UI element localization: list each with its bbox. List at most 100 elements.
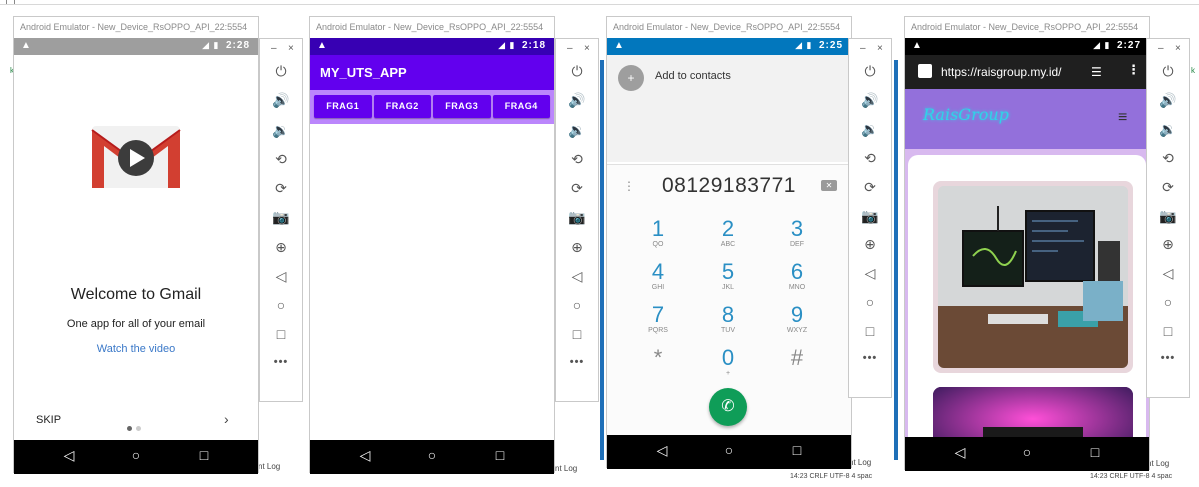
more-icon[interactable]: ••• bbox=[556, 356, 598, 368]
rotate-right-icon[interactable]: ⟳ bbox=[849, 179, 891, 196]
dialpad-key[interactable]: 2 ABC bbox=[698, 218, 758, 249]
add-to-contacts[interactable]: Add to contacts bbox=[655, 70, 731, 82]
zoom-icon[interactable]: ⊕ bbox=[260, 239, 302, 256]
power-icon[interactable]: ⏻ bbox=[260, 63, 302, 80]
zoom-icon[interactable]: ⊕ bbox=[1147, 236, 1189, 253]
nav-overview-icon[interactable]: □ bbox=[490, 447, 510, 463]
rotate-left-icon[interactable]: ⟲ bbox=[1147, 150, 1189, 167]
camera-icon[interactable]: 📷 bbox=[556, 209, 598, 226]
zoom-icon[interactable]: ⊕ bbox=[556, 239, 598, 256]
nav-home-icon[interactable]: ○ bbox=[126, 447, 146, 463]
ide-log-tab[interactable]: nt Log bbox=[555, 464, 577, 473]
dialpad-key[interactable]: 9 WXYZ bbox=[767, 304, 827, 335]
frag2-button[interactable]: FRAG2 bbox=[373, 95, 431, 118]
frag1-button[interactable]: FRAG1 bbox=[314, 95, 372, 118]
overview-icon[interactable]: □ bbox=[556, 326, 598, 342]
home-icon[interactable]: ○ bbox=[556, 297, 598, 313]
next-button[interactable]: › bbox=[224, 411, 229, 427]
frag4-button[interactable]: FRAG4 bbox=[492, 95, 550, 118]
dialpad-key[interactable]: 6 MNO bbox=[767, 261, 827, 292]
url-bar[interactable]: https://raisgroup.my.id/ bbox=[941, 65, 1062, 79]
nav-home-icon[interactable]: ○ bbox=[1017, 444, 1037, 460]
tabs-icon[interactable]: ☰ bbox=[1091, 65, 1102, 79]
camera-icon[interactable]: 📷 bbox=[260, 209, 302, 226]
volume-up-icon[interactable]: 🔊 bbox=[260, 92, 302, 109]
minimize-button[interactable]: – bbox=[567, 43, 573, 54]
close-button[interactable]: × bbox=[584, 43, 590, 54]
watch-video-link[interactable]: Watch the video bbox=[14, 343, 258, 355]
close-button[interactable]: × bbox=[877, 43, 883, 54]
volume-down-icon[interactable]: 🔉 bbox=[260, 122, 302, 139]
close-button[interactable]: × bbox=[1175, 43, 1181, 54]
volume-up-icon[interactable]: 🔊 bbox=[1147, 92, 1189, 109]
close-button[interactable]: × bbox=[288, 43, 294, 54]
home-icon[interactable]: ○ bbox=[260, 297, 302, 313]
dialed-number[interactable]: 08129183771 bbox=[607, 174, 851, 198]
minimize-button[interactable]: – bbox=[860, 43, 866, 54]
backspace-icon[interactable]: ✕ bbox=[821, 180, 837, 191]
back-icon[interactable]: ◁ bbox=[1147, 265, 1189, 282]
power-icon[interactable]: ⏻ bbox=[849, 63, 891, 80]
volume-up-icon[interactable]: 🔊 bbox=[556, 92, 598, 109]
nav-home-icon[interactable]: ○ bbox=[719, 442, 739, 458]
volume-down-icon[interactable]: 🔉 bbox=[1147, 121, 1189, 138]
power-icon[interactable]: ⏻ bbox=[556, 63, 598, 80]
rotate-right-icon[interactable]: ⟳ bbox=[556, 180, 598, 197]
back-icon[interactable]: ◁ bbox=[556, 268, 598, 285]
nav-back-icon[interactable]: ◁ bbox=[652, 442, 672, 459]
overview-icon[interactable]: □ bbox=[849, 323, 891, 339]
nav-back-icon[interactable]: ◁ bbox=[355, 447, 375, 464]
rotate-left-icon[interactable]: ⟲ bbox=[260, 151, 302, 168]
camera-icon[interactable]: 📷 bbox=[1147, 208, 1189, 225]
minimize-button[interactable]: – bbox=[1158, 43, 1164, 54]
rotate-right-icon[interactable]: ⟳ bbox=[260, 180, 302, 197]
rotate-right-icon[interactable]: ⟳ bbox=[1147, 179, 1189, 196]
dialpad-key[interactable]: 3 DEF bbox=[767, 218, 827, 249]
dialpad-key[interactable]: 8 TUV bbox=[698, 304, 758, 335]
volume-down-icon[interactable]: 🔉 bbox=[849, 121, 891, 138]
camera-icon[interactable]: 📷 bbox=[849, 208, 891, 225]
device-screen[interactable]: ▲ ◢ ▮ 2:27 https://raisgroup.my.id/ ☰ ⋮ … bbox=[905, 38, 1149, 450]
call-button[interactable]: ✆ bbox=[709, 388, 747, 426]
minimize-button[interactable]: – bbox=[271, 43, 277, 54]
power-icon[interactable]: ⏻ bbox=[1147, 63, 1189, 80]
back-icon[interactable]: ◁ bbox=[260, 268, 302, 285]
volume-down-icon[interactable]: 🔉 bbox=[556, 122, 598, 139]
nav-back-icon[interactable]: ◁ bbox=[950, 444, 970, 461]
ide-log-tab[interactable]: nt Log bbox=[1147, 459, 1169, 468]
overview-icon[interactable]: □ bbox=[260, 326, 302, 342]
nav-home-icon[interactable]: ○ bbox=[422, 447, 442, 463]
dialpad-key[interactable]: 1 QO bbox=[628, 218, 688, 249]
nav-overview-icon[interactable]: □ bbox=[1085, 444, 1105, 460]
skip-button[interactable]: SKIP bbox=[36, 414, 61, 426]
more-icon[interactable]: ••• bbox=[849, 352, 891, 364]
frag3-button[interactable]: FRAG3 bbox=[433, 95, 491, 118]
overview-icon[interactable]: □ bbox=[1147, 323, 1189, 339]
device-screen[interactable]: ▲ ◢ ▮ 2:28 Welcome to Gmail One app for … bbox=[14, 38, 258, 450]
ide-log-tab[interactable]: nt Log bbox=[849, 458, 871, 467]
home-icon[interactable]: ○ bbox=[849, 294, 891, 310]
dialpad-key[interactable]: 5 JKL bbox=[698, 261, 758, 292]
nav-overview-icon[interactable]: □ bbox=[787, 442, 807, 458]
zoom-icon[interactable]: ⊕ bbox=[849, 236, 891, 253]
rotate-left-icon[interactable]: ⟲ bbox=[849, 150, 891, 167]
home-icon[interactable]: ○ bbox=[1147, 294, 1189, 310]
dialpad-key[interactable]: 0 + bbox=[698, 347, 758, 378]
dialpad-key[interactable]: # bbox=[767, 347, 827, 370]
nav-back-icon[interactable]: ◁ bbox=[59, 447, 79, 464]
ide-log-tab[interactable]: nt Log bbox=[258, 462, 280, 471]
device-screen[interactable]: ▲ ◢ ▮ 2:18 MY_UTS_APP FRAG1 FRAG2 FRAG3 … bbox=[310, 38, 554, 450]
dialpad-key[interactable]: * bbox=[628, 347, 688, 370]
nav-overview-icon[interactable]: □ bbox=[194, 447, 214, 463]
back-icon[interactable]: ◁ bbox=[849, 265, 891, 282]
browser-menu-icon[interactable]: ⋮ bbox=[1127, 62, 1140, 78]
device-screen[interactable]: ▲ ◢ ▮ 2:25 + Add to contacts ⋮ 081291837… bbox=[607, 38, 851, 450]
dialpad-key[interactable]: 4 GHI bbox=[628, 261, 688, 292]
rotate-left-icon[interactable]: ⟲ bbox=[556, 151, 598, 168]
more-icon[interactable]: ••• bbox=[1147, 352, 1189, 364]
hamburger-menu-icon[interactable]: ≡ bbox=[1118, 109, 1127, 127]
site-logo[interactable]: RaisGroup bbox=[923, 105, 1009, 124]
dialpad-key[interactable]: 7 PQRS bbox=[628, 304, 688, 335]
volume-up-icon[interactable]: 🔊 bbox=[849, 92, 891, 109]
more-icon[interactable]: ••• bbox=[260, 356, 302, 368]
